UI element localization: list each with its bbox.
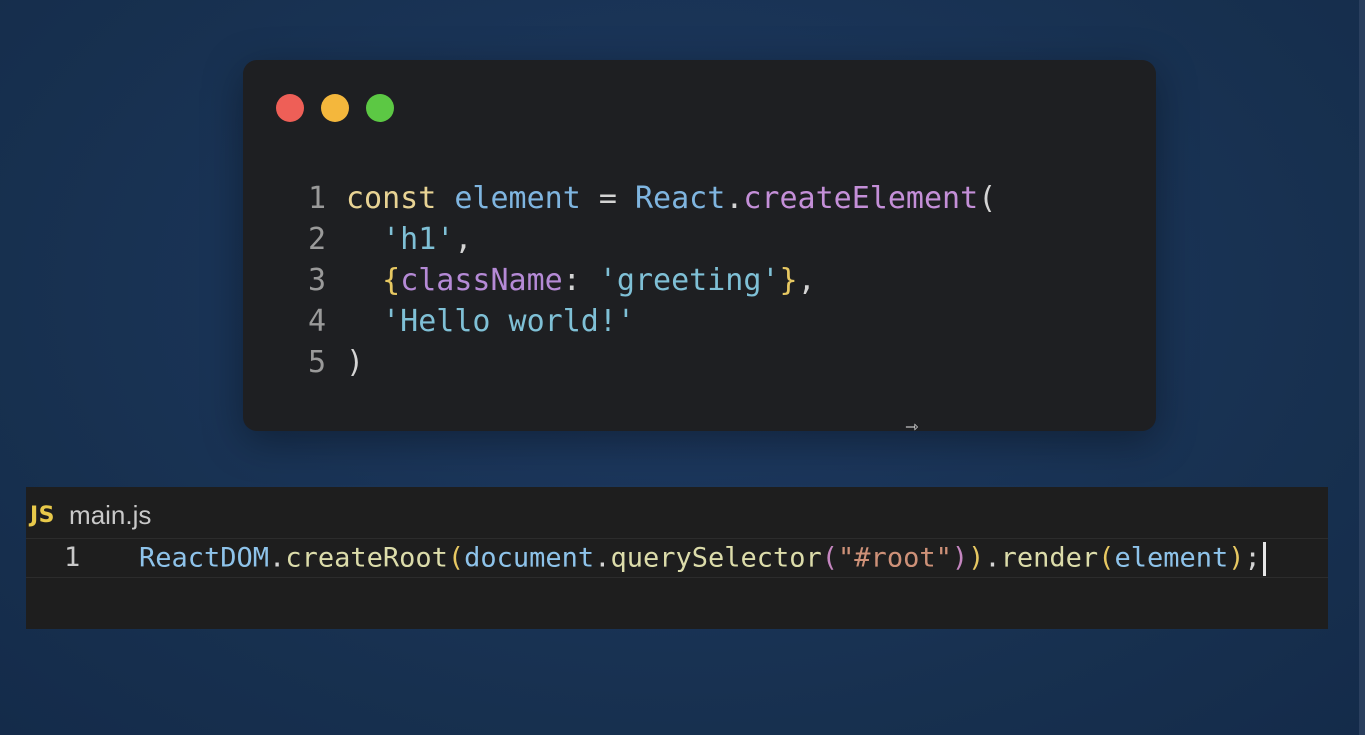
editor-line-number: 1 [64,542,81,573]
code-token: } [779,263,798,298]
code-token: ) [968,542,985,574]
code-token: 'h1' [382,222,455,257]
code-token: . [269,542,286,574]
code-token: "#root" [838,542,952,574]
code-token: { [382,263,401,298]
line-number: 3 [308,263,327,298]
code-token: element [454,181,581,216]
text-caret [1262,542,1266,576]
code-token: . [725,181,744,216]
code-token: ( [1098,542,1115,574]
code-token: ( [447,542,465,574]
code-token: ) [1228,542,1245,574]
code-token: . [594,542,611,574]
code-token: className [400,263,563,298]
code-line: 2 'h1', [300,219,996,260]
maximize-dot-icon[interactable] [366,94,394,122]
code-token: const [346,181,437,216]
code-token: createElement [743,181,979,216]
code-token: : [562,263,599,298]
window-controls [276,94,394,122]
video-frame: 1 const element = React. createElement(2 '… [0,0,1365,735]
minimize-dot-icon[interactable] [321,94,349,122]
line-number: 2 [308,222,327,257]
code-line: 4 'Hello world!' [300,301,996,342]
code-token: React [635,181,726,216]
code-token: = [580,181,635,216]
editor-tab[interactable]: JS main.js [30,498,151,532]
code-token: . [984,542,1001,574]
code-token: , [797,263,816,298]
arrow-cursor-icon: ⇾ [905,417,919,436]
line-number: 4 [308,304,327,339]
code-token: createRoot [285,542,448,574]
javascript-file-icon: JS [30,502,56,528]
code-token: ( [821,542,839,574]
line-number: 1 [308,181,327,216]
tab-filename: main.js [69,499,152,530]
line-number: 5 [308,345,327,380]
code-token: document [464,542,595,574]
code-token: querySelector [610,542,822,574]
editor-code-line[interactable]: ReactDOM.createRoot(document.querySelect… [139,542,1266,576]
frame-edge [1359,0,1365,735]
code-line: 5) [300,342,996,383]
code-token: ) [951,542,969,574]
code-line: 3 {className: 'greeting'}, [300,260,996,301]
code-token: ReactDOM [139,542,270,574]
code-snippet: 1 const element = React. createElement(2 '… [300,178,996,383]
code-token: 'greeting' [598,263,780,298]
code-line: 1 const element = React. createElement( [300,178,996,219]
code-token: 'Hello world!' [382,304,635,339]
code-token: ( [978,181,997,216]
code-token: ; [1244,542,1261,574]
code-token: ) [346,345,365,380]
code-token: element [1114,542,1229,574]
code-token: , [454,222,473,257]
close-dot-icon[interactable] [276,94,304,122]
code-token: render [1000,542,1099,574]
